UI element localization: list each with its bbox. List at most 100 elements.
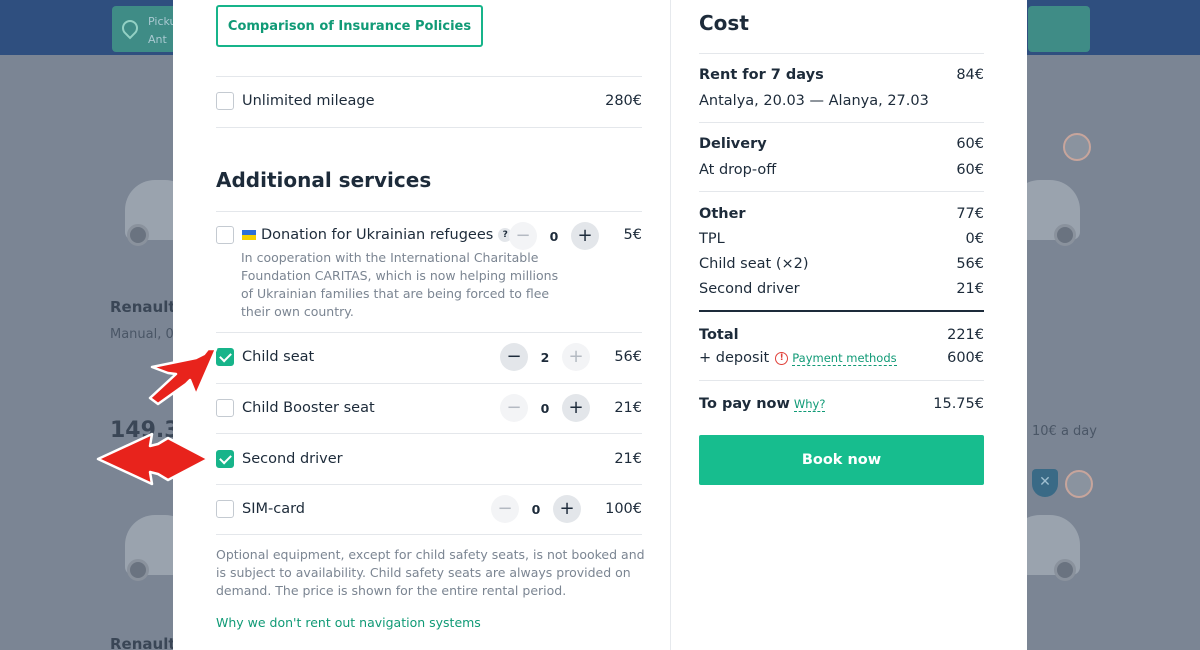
sim-card-price: 100€ bbox=[605, 501, 642, 517]
child-seat-stepper: − 2 + bbox=[500, 343, 590, 371]
second-driver-cost-label: Second driver bbox=[699, 281, 800, 297]
second-driver-checkbox[interactable] bbox=[216, 450, 234, 468]
second-driver-label: Second driver bbox=[242, 451, 343, 467]
cost-delivery-line: Delivery 60€ bbox=[699, 136, 984, 152]
rent-price: 84€ bbox=[956, 67, 984, 83]
divider bbox=[699, 191, 984, 192]
deposit-label: + deposit bbox=[699, 350, 770, 366]
service-row-second-driver: Second driver 21€ bbox=[216, 450, 642, 468]
to-pay-price: 15.75€ bbox=[933, 396, 984, 412]
location-pin-icon bbox=[118, 16, 142, 40]
divider bbox=[216, 76, 642, 77]
second-driver-cost-price: 21€ bbox=[956, 281, 984, 297]
child-booster-seat-price: 21€ bbox=[614, 400, 642, 416]
background-location-box: Picku Ant bbox=[112, 6, 182, 52]
donation-stepper: − 0 + bbox=[509, 222, 599, 250]
donation-quantity: 0 bbox=[549, 228, 559, 244]
option-row-unlimited-mileage: Unlimited mileage 280€ bbox=[216, 92, 642, 110]
child-seat-cost-price: 56€ bbox=[956, 256, 984, 272]
deposit-price: 600€ bbox=[947, 350, 984, 366]
cost-child-seat-line: Child seat (×2) 56€ bbox=[699, 256, 984, 272]
options-column: Comparison of Insurance Policies Unlimit… bbox=[173, 0, 671, 650]
rent-label: Rent for 7 days bbox=[699, 67, 824, 83]
child-booster-seat-stepper: − 0 + bbox=[500, 394, 590, 422]
sim-card-quantity: 0 bbox=[531, 501, 541, 517]
sim-card-decrease-button[interactable]: − bbox=[491, 495, 519, 523]
delivery-price: 60€ bbox=[956, 136, 984, 152]
navigation-systems-link[interactable]: Why we don't rent out navigation systems bbox=[216, 615, 481, 630]
booking-modal: Comparison of Insurance Policies Unlimit… bbox=[173, 0, 1027, 650]
divider bbox=[216, 484, 642, 485]
total-price: 221€ bbox=[947, 327, 984, 343]
donation-increase-button[interactable]: + bbox=[571, 222, 599, 250]
cost-other-line: Other 77€ bbox=[699, 206, 984, 222]
unlimited-mileage-price: 280€ bbox=[605, 93, 642, 109]
payment-methods-link[interactable]: Payment methods bbox=[792, 351, 897, 366]
book-now-button[interactable]: Book now bbox=[699, 435, 984, 485]
divider bbox=[216, 332, 642, 333]
other-price: 77€ bbox=[956, 206, 984, 222]
child-seat-decrease-button[interactable]: − bbox=[500, 343, 528, 371]
child-seat-cost-label: Child seat (×2) bbox=[699, 256, 809, 272]
why-link[interactable]: Why? bbox=[793, 397, 826, 412]
divider bbox=[216, 534, 642, 535]
divider bbox=[216, 433, 642, 434]
donation-decrease-button[interactable]: − bbox=[509, 222, 537, 250]
cost-total-line: Total 221€ bbox=[699, 327, 984, 343]
total-label: Total bbox=[699, 327, 739, 343]
cost-dropoff-line: At drop-off 60€ bbox=[699, 162, 984, 178]
sim-card-label: SIM-card bbox=[242, 501, 305, 517]
divider bbox=[216, 127, 642, 128]
sim-card-stepper: − 0 + bbox=[491, 495, 581, 523]
donation-price: 5€ bbox=[623, 227, 642, 243]
donation-label: Donation for Ukrainian refugees bbox=[261, 227, 494, 243]
cost-to-pay-line: To pay now Why? 15.75€ bbox=[699, 396, 984, 412]
sim-card-increase-button[interactable]: + bbox=[553, 495, 581, 523]
donation-description: In cooperation with the International Ch… bbox=[241, 250, 559, 319]
background-car-subtitle: Manual, 0 bbox=[110, 327, 174, 342]
child-booster-seat-label: Child Booster seat bbox=[242, 400, 375, 416]
child-seat-increase-button[interactable]: + bbox=[562, 343, 590, 371]
compare-insurance-button[interactable]: Comparison of Insurance Policies bbox=[216, 5, 483, 47]
to-pay-label: To pay now bbox=[699, 396, 790, 412]
divider bbox=[699, 53, 984, 54]
divider bbox=[699, 380, 984, 381]
background-shield-icon: ✕ bbox=[1032, 469, 1058, 497]
child-booster-seat-increase-button[interactable]: + bbox=[562, 394, 590, 422]
divider bbox=[699, 122, 984, 123]
total-divider bbox=[699, 310, 984, 312]
unlimited-mileage-checkbox[interactable] bbox=[216, 92, 234, 110]
cost-deposit-line: + deposit! Payment methods 600€ bbox=[699, 350, 984, 366]
unlimited-mileage-label: Unlimited mileage bbox=[242, 93, 375, 109]
sim-card-checkbox[interactable] bbox=[216, 500, 234, 518]
child-seat-quantity: 2 bbox=[540, 349, 550, 365]
dropoff-label: At drop-off bbox=[699, 162, 777, 178]
child-booster-seat-decrease-button[interactable]: − bbox=[500, 394, 528, 422]
donation-checkbox[interactable] bbox=[216, 226, 234, 244]
background-per-day: 10€ a day bbox=[1032, 424, 1097, 439]
background-right-block bbox=[1028, 6, 1090, 52]
additional-services-title: Additional services bbox=[216, 168, 432, 192]
child-seat-price: 56€ bbox=[614, 349, 642, 365]
cost-rent-line: Rent for 7 days 84€ bbox=[699, 67, 984, 83]
equipment-note: Optional equipment, except for child saf… bbox=[216, 547, 645, 598]
child-seat-label: Child seat bbox=[242, 349, 315, 365]
background-car-title: Renault bbox=[110, 635, 176, 650]
cost-route-line: Antalya, 20.03 — Alanya, 27.03 bbox=[699, 93, 984, 109]
divider bbox=[216, 383, 642, 384]
background-badge-icon bbox=[1065, 470, 1093, 498]
child-booster-seat-quantity: 0 bbox=[540, 400, 550, 416]
delivery-label: Delivery bbox=[699, 136, 767, 152]
other-label: Other bbox=[699, 206, 746, 222]
background-badge-icon bbox=[1063, 133, 1091, 161]
tpl-price: 0€ bbox=[965, 231, 984, 247]
background-car-title: Renault bbox=[110, 298, 176, 316]
dropoff-price: 60€ bbox=[956, 162, 984, 178]
child-seat-checkbox[interactable] bbox=[216, 348, 234, 366]
warning-icon: ! bbox=[775, 351, 789, 365]
child-booster-seat-checkbox[interactable] bbox=[216, 399, 234, 417]
route-text: Antalya, 20.03 — Alanya, 27.03 bbox=[699, 93, 929, 109]
tpl-label: TPL bbox=[699, 231, 725, 247]
second-driver-price: 21€ bbox=[614, 451, 642, 467]
ukraine-flag-icon bbox=[242, 230, 256, 240]
